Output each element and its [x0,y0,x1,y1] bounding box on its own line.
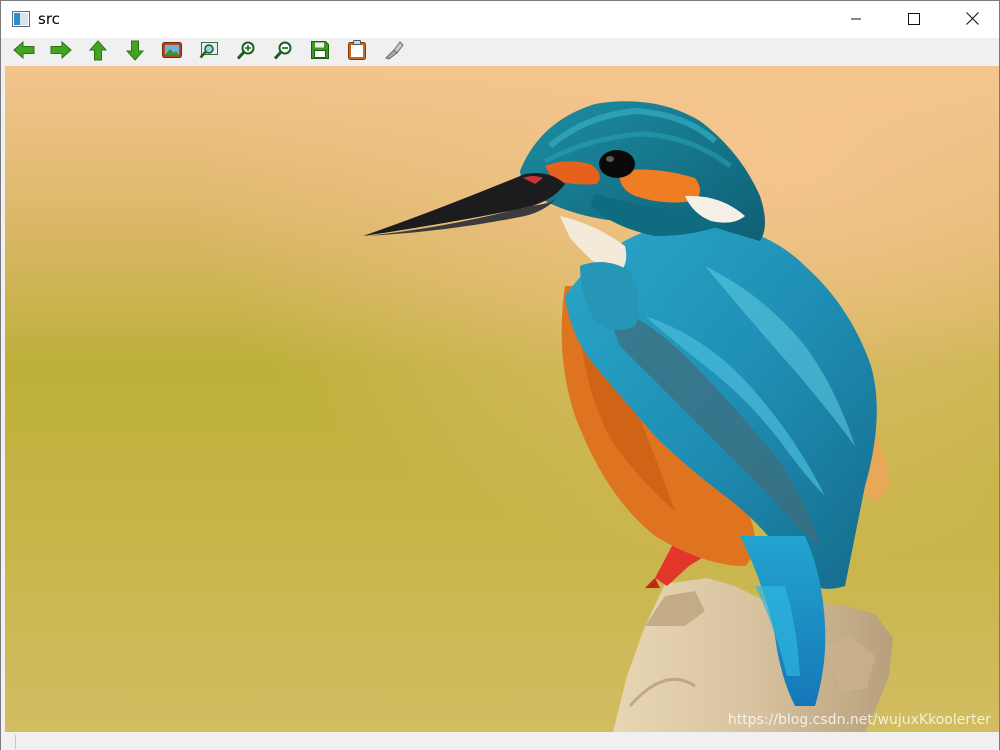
zoom-out-button[interactable] [271,41,295,63]
arrow-right-icon [50,40,72,63]
copy-to-clipboard-button[interactable] [345,40,369,64]
zoom-fit-button[interactable] [197,41,221,63]
close-icon [965,10,979,29]
watermark-text: https://blog.csdn.net/wujuxKkoolerter [727,712,991,728]
image-window: src https://blog.csdn.net/wujuxKkoolerte… [0,0,1000,750]
zoom-in-button[interactable] [234,41,258,63]
close-button[interactable] [943,1,999,38]
pan-right-button[interactable] [49,40,73,63]
pan-left-button[interactable] [12,40,36,63]
status-separator [15,735,16,749]
minimize-button[interactable] [827,1,885,38]
minimize-icon [850,10,862,29]
image-viewport[interactable]: https://blog.csdn.net/wujuxKkoolerter [5,66,999,732]
maximize-icon [908,10,920,29]
pan-down-button[interactable] [123,40,147,65]
properties-icon [384,40,404,64]
arrow-up-icon [88,39,108,65]
maximize-button[interactable] [885,1,943,38]
kingfisher-photo [5,66,999,732]
toolbar [4,38,998,66]
properties-button[interactable] [382,41,406,63]
image-icon [162,41,182,63]
pan-up-button[interactable] [86,39,110,65]
save-icon [311,41,329,63]
arrow-left-icon [13,40,35,63]
zoom-in-icon [236,41,256,64]
save-image-button[interactable] [308,41,332,63]
clipboard-icon [348,40,366,64]
app-window-icon [12,11,30,27]
zoom-fit-icon [199,41,219,63]
zoom-out-icon [273,41,293,64]
window-title: src [38,10,60,28]
show-image-button[interactable] [160,41,184,63]
status-bar [1,732,999,750]
title-bar[interactable]: src [1,0,999,38]
arrow-down-icon [125,40,145,65]
